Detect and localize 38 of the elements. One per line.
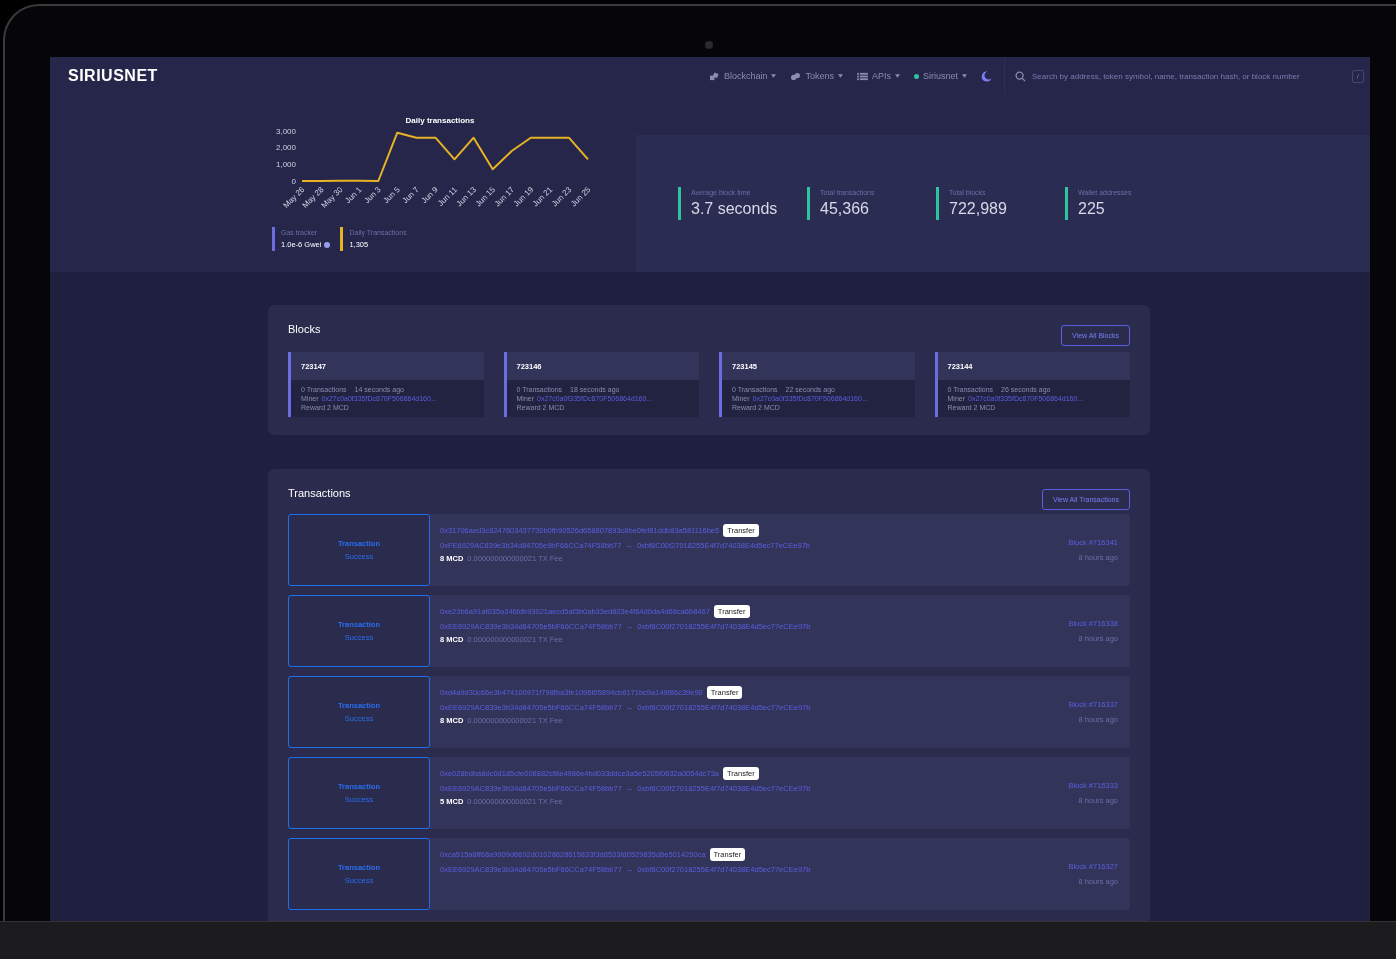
stat-value: 45,366 [820, 200, 870, 218]
stat-value: 225 [1078, 200, 1106, 218]
caret-icon [895, 74, 900, 78]
caret-icon [962, 74, 967, 78]
search-icon[interactable] [1015, 70, 1026, 82]
transaction-row[interactable] [288, 514, 1130, 586]
y-axis-tick-label: 1,000 [275, 159, 296, 169]
transaction-row[interactable] [288, 595, 1130, 667]
x-axis-tick-label: Jun 3 [362, 185, 383, 206]
nav-menu-item[interactable]: Tokens [790, 71, 843, 81]
moon-icon[interactable] [981, 70, 992, 82]
section-title: Transactions [288, 487, 351, 499]
x-axis-tick-label: Jun 7 [400, 185, 421, 206]
nav-menu-item[interactable]: APIs [856, 71, 900, 81]
network-selector[interactable]: Siriusnet [914, 71, 967, 81]
x-axis-tick-label: Jun 5 [381, 185, 402, 206]
webcam-dot [705, 41, 713, 49]
stat-value: 722,989 [949, 200, 1008, 218]
transaction-row[interactable] [288, 838, 1130, 910]
stat-value: 3.7 seconds [691, 200, 779, 218]
search-input[interactable]: Search by address, token symbol, name, transaction hash, or block number [1032, 68, 1346, 84]
transaction-row[interactable] [288, 757, 1130, 829]
cubes-icon [708, 71, 720, 81]
y-axis-tick-label: 2,000 [275, 143, 296, 153]
shortcut-key: / [1351, 69, 1364, 83]
logo[interactable]: SIRIUSNET [68, 67, 158, 85]
coins-icon [790, 71, 802, 81]
y-axis-tick-label: 0 [291, 176, 296, 186]
transaction-row[interactable] [288, 676, 1130, 748]
caret-icon [771, 74, 777, 78]
info-icon[interactable] [324, 241, 331, 248]
list-icon [856, 71, 868, 81]
nav-menu-item[interactable]: Blockchain [708, 71, 777, 81]
chart-title: Daily transactions [405, 116, 475, 125]
caret-icon [837, 74, 843, 78]
x-axis-tick-label: Jun 1 [343, 185, 364, 206]
y-axis-tick-label: 3,000 [275, 126, 296, 136]
section-title: Blocks [288, 323, 321, 335]
